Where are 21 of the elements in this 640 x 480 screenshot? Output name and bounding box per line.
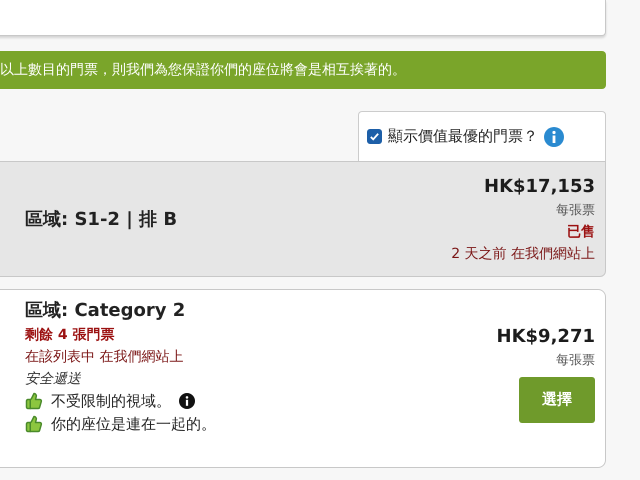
thumbs-up-icon xyxy=(25,415,43,434)
price: HK$17,153 xyxy=(484,176,595,197)
remaining-tickets: 剩餘 4 張門票 xyxy=(25,326,116,344)
section-label: 區域: S1-2 | 排 B xyxy=(25,208,178,232)
checkbox[interactable] xyxy=(367,129,382,144)
thumbs-up-icon xyxy=(25,392,43,410)
select-button[interactable]: 選擇 xyxy=(519,376,595,423)
per-ticket-label: 每張票 xyxy=(556,352,595,369)
notice-text: 以上數目的門票，則我們為您保證你們的座位將會是相互挨著的。 xyxy=(0,61,406,80)
delivery-label: 安全遞送 xyxy=(25,370,82,388)
section-label: 區域: Category 2 xyxy=(25,298,186,322)
price: HK$9,271 xyxy=(496,326,595,347)
checkmark-icon xyxy=(369,131,380,142)
checkbox-label: 顯示價值最優的門票？ xyxy=(388,127,538,146)
sold-status: 已售 xyxy=(567,222,595,241)
sold-time: 2 天之前 在我們網站上 xyxy=(451,244,595,263)
listing-source: 在該列表中 在我們網站上 xyxy=(25,348,184,366)
info-icon[interactable] xyxy=(179,393,195,410)
feature-text: 你的座位是連在一起的。 xyxy=(51,414,216,434)
feature-text: 不受限制的視域。 xyxy=(51,392,171,411)
per-ticket-label: 每張票 xyxy=(556,202,595,219)
